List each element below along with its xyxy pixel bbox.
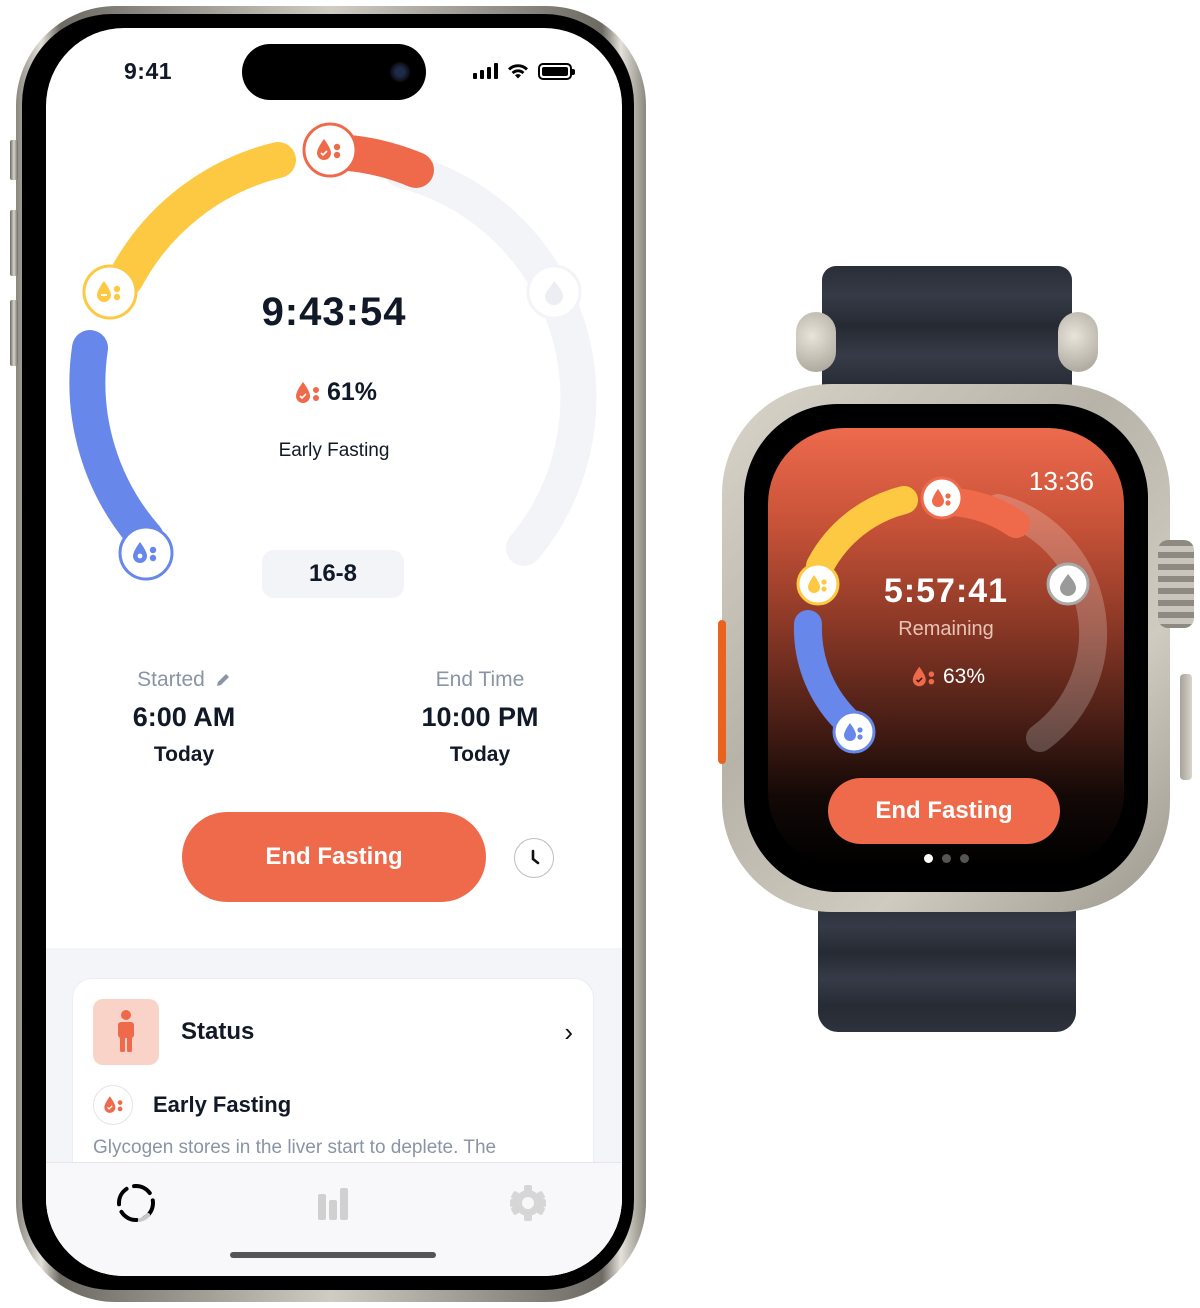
watch-marker-blue bbox=[832, 710, 876, 754]
started-label: Started bbox=[137, 668, 205, 691]
timer-ring-icon bbox=[117, 1184, 155, 1222]
watch-ring-segment-orange bbox=[940, 488, 1030, 538]
blood-drop-check-icon bbox=[912, 666, 935, 687]
watch-remaining-timer: 5:57:41 bbox=[883, 572, 1009, 610]
watch-action-button[interactable] bbox=[718, 620, 726, 764]
tab-settings[interactable] bbox=[506, 1181, 550, 1225]
stage-icon-circle bbox=[93, 1085, 133, 1125]
stage-marker-early-fasting bbox=[302, 122, 358, 178]
page-dot[interactable] bbox=[923, 854, 933, 863]
watch-lug-right bbox=[1058, 312, 1098, 372]
status-stage-name: Early Fasting bbox=[153, 1092, 292, 1117]
started-section[interactable]: Started 6:00 AM Today bbox=[74, 668, 294, 767]
action-button bbox=[10, 140, 18, 180]
volume-down-button bbox=[10, 300, 18, 366]
tab-timer[interactable] bbox=[114, 1181, 158, 1225]
home-indicator[interactable] bbox=[230, 1252, 436, 1258]
tab-stats[interactable] bbox=[312, 1181, 356, 1225]
volume-up-button bbox=[10, 210, 18, 276]
watch-end-fasting-button[interactable]: End Fasting bbox=[828, 778, 1060, 844]
pencil-icon[interactable] bbox=[215, 672, 231, 688]
status-icon-box bbox=[93, 999, 159, 1065]
ring-segment-blood-sugar-falling bbox=[108, 142, 296, 296]
watch-side-button[interactable] bbox=[1180, 674, 1192, 780]
watch-lug-left bbox=[796, 312, 836, 372]
digital-crown[interactable] bbox=[1158, 540, 1194, 628]
plan-badge[interactable]: 16-8 bbox=[262, 550, 404, 598]
watch-stage-progress: 63% bbox=[768, 664, 1124, 690]
current-stage-label: Early Fasting bbox=[278, 440, 390, 461]
watch-band-bottom bbox=[818, 900, 1076, 1032]
watch-screen: 13:36 5:57:41 Remaining 63% End Fasting bbox=[768, 428, 1124, 868]
end-time-day: Today bbox=[449, 743, 511, 766]
end-fasting-button[interactable]: End Fasting bbox=[182, 812, 486, 902]
stage-marker-blood-sugar-rising bbox=[118, 525, 174, 581]
elapsed-timer: 9:43:54 bbox=[261, 290, 407, 334]
watch-stage-progress-value: 63% bbox=[942, 665, 986, 688]
gear-icon bbox=[510, 1185, 546, 1221]
stage-progress: 61% bbox=[46, 378, 622, 407]
status-card-title: Status bbox=[181, 1018, 255, 1045]
chevron-right-icon[interactable]: › bbox=[564, 1017, 573, 1048]
end-time-label: End Time bbox=[435, 668, 525, 691]
person-icon bbox=[118, 1010, 134, 1052]
ring-track-upcoming bbox=[384, 152, 597, 566]
end-time-value: 10:00 PM bbox=[421, 702, 539, 732]
started-day: Today bbox=[153, 743, 215, 766]
started-time: 6:00 AM bbox=[132, 702, 236, 732]
watch-ring-segment-yellow bbox=[806, 486, 918, 580]
blood-drop-check-icon bbox=[295, 381, 319, 403]
stage-progress-value: 61% bbox=[326, 378, 378, 406]
watch-marker-orange bbox=[920, 476, 964, 520]
page-dot[interactable] bbox=[941, 854, 951, 863]
end-time-section: End Time 10:00 PM Today bbox=[370, 668, 590, 767]
clock-button[interactable] bbox=[514, 838, 554, 878]
tab-bar bbox=[46, 1162, 622, 1276]
status-stage-description: Glycogen stores in the liver start to de… bbox=[93, 1137, 497, 1158]
clock-icon bbox=[531, 849, 540, 865]
phone-screen: 9:41 9:43:54 61% Early Fasting 16-8 Star… bbox=[46, 28, 622, 1276]
watch-page-dots[interactable] bbox=[768, 854, 1124, 863]
bar-chart-icon bbox=[318, 1188, 348, 1220]
blood-drop-check-icon bbox=[104, 1096, 123, 1113]
watch-remaining-label: Remaining bbox=[898, 618, 994, 640]
page-dot[interactable] bbox=[959, 854, 969, 863]
